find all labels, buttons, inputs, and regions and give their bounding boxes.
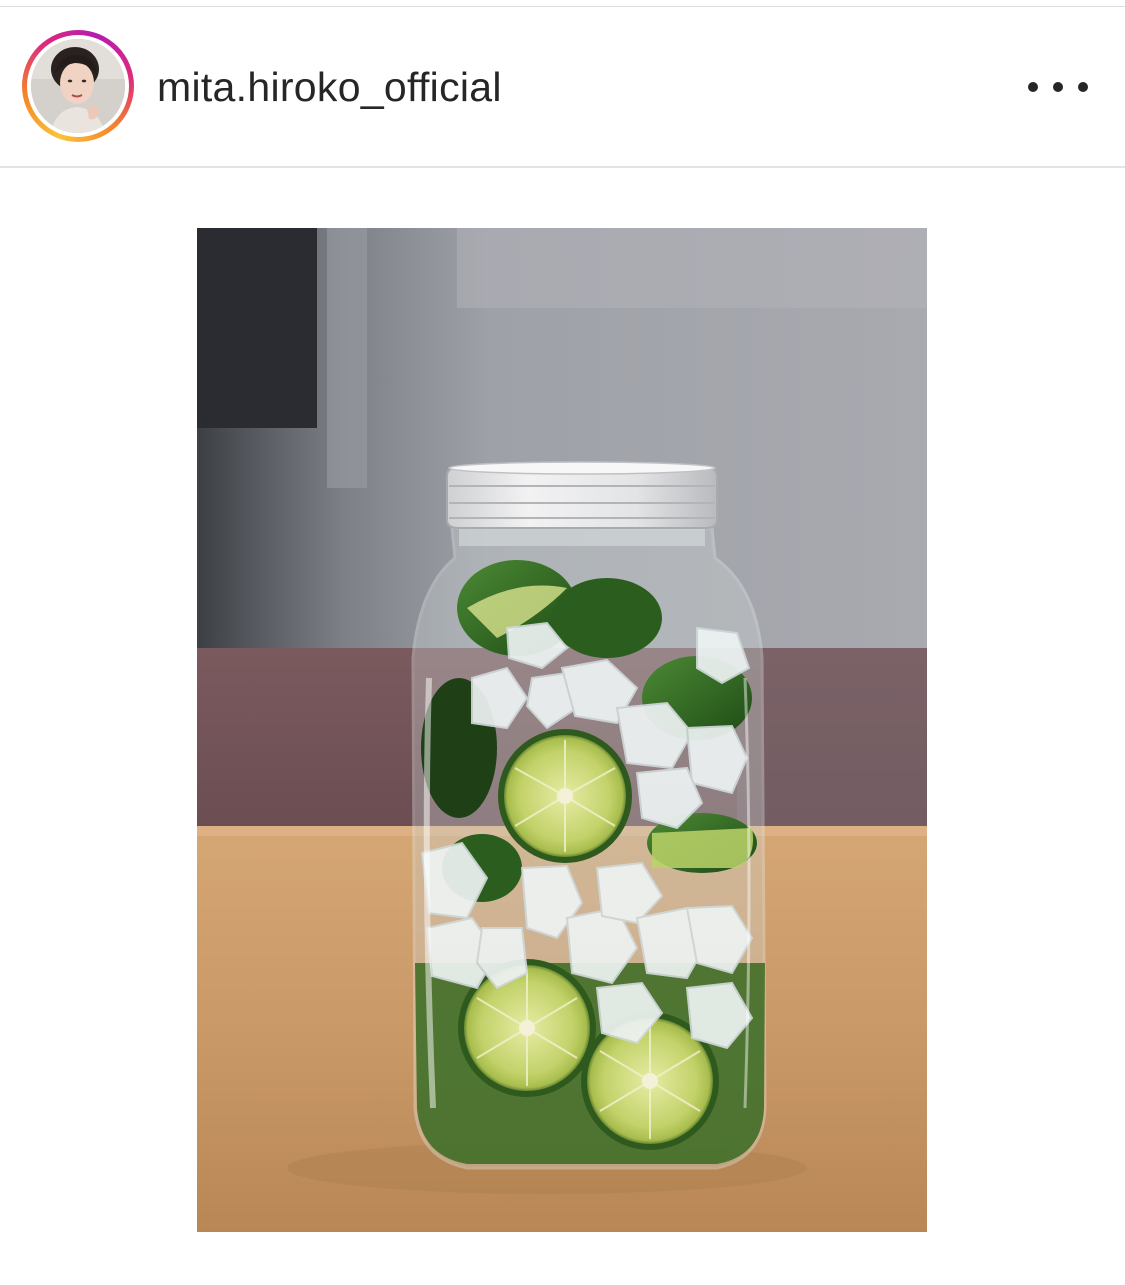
- post-photo[interactable]: [197, 228, 927, 1232]
- jar-photo-illustration: [197, 228, 927, 1232]
- username[interactable]: mita.hiroko_official: [157, 62, 502, 112]
- more-options-icon-dot: [1078, 82, 1088, 92]
- more-options-button[interactable]: [1028, 72, 1088, 102]
- more-options-icon-dot: [1053, 82, 1063, 92]
- more-options-icon: [1028, 82, 1038, 92]
- header-divider: [0, 166, 1125, 168]
- avatar[interactable]: [31, 39, 125, 133]
- avatar-photo: [31, 39, 125, 133]
